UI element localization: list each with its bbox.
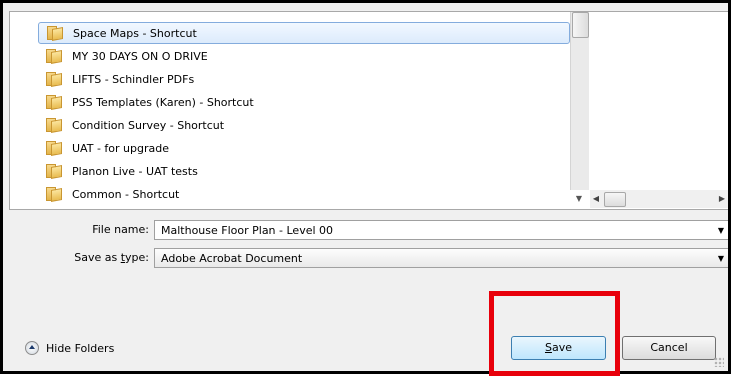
list-item[interactable]: LIFTS - Schindler PDFs [38, 68, 568, 90]
list-item[interactable]: Condition Survey - Shortcut [38, 114, 568, 136]
file-name-label: File name: [92, 223, 149, 236]
horizontal-scrollbar[interactable]: ◀ ▶ [590, 190, 728, 208]
chevron-down-icon[interactable]: ▼ [714, 254, 728, 263]
folder-icon [46, 118, 62, 133]
list-item-label: UAT - for upgrade [72, 141, 169, 155]
folder-icon [46, 141, 62, 156]
folder-icon [46, 49, 62, 64]
cancel-button[interactable]: Cancel [622, 336, 716, 360]
file-name-input[interactable]: Malthouse Floor Plan - Level 00 ▼ [154, 220, 728, 240]
list-item[interactable]: MY 30 DAYS ON O DRIVE [38, 45, 568, 67]
save-as-type-label-pre: Save as [74, 251, 121, 264]
list-item-label: Planon Live - UAT tests [72, 164, 198, 178]
save-as-type-value: Adobe Acrobat Document [161, 251, 303, 265]
file-name-value: Malthouse Floor Plan - Level 00 [161, 223, 334, 237]
save-as-type-label: Save as type: [9, 248, 149, 268]
vertical-scrollbar[interactable] [570, 12, 589, 190]
save-as-dialog: Space Maps - Shortcut MY 30 DAYS ON O DR… [0, 0, 731, 374]
file-list: Space Maps - Shortcut MY 30 DAYS ON O DR… [10, 12, 570, 209]
folder-icon [46, 187, 62, 202]
folder-icon [46, 95, 62, 110]
hide-folders-button[interactable]: Hide Folders [25, 341, 114, 355]
save-as-type-select[interactable]: Adobe Acrobat Document ▼ [154, 248, 728, 268]
list-item-label: MY 30 DAYS ON O DRIVE [72, 49, 208, 63]
resize-grip[interactable] [714, 357, 724, 367]
list-item[interactable]: Common - Shortcut [38, 183, 568, 205]
list-item-label: PSS Templates (Karen) - Shortcut [72, 95, 254, 109]
list-item[interactable]: Space Maps - Shortcut [38, 22, 570, 44]
folder-icon [46, 164, 62, 179]
vertical-scroll-thumb[interactable] [572, 12, 589, 38]
chevron-down-icon[interactable]: ▼ [714, 226, 728, 235]
save-button[interactable]: Save [511, 336, 606, 360]
scroll-right-icon[interactable]: ▶ [716, 190, 728, 208]
list-item-label: Common - Shortcut [72, 187, 180, 201]
list-item-label: LIFTS - Schindler PDFs [72, 72, 195, 86]
hide-folders-label: Hide Folders [46, 341, 115, 355]
list-item-label: Condition Survey - Shortcut [72, 118, 225, 132]
folder-icon [47, 26, 63, 41]
collapse-up-icon [25, 341, 39, 355]
save-button-label: ave [551, 341, 572, 354]
list-item-label: Space Maps - Shortcut [73, 26, 197, 40]
save-as-type-label-post: ype: [125, 251, 149, 264]
list-item[interactable]: Planon Live - UAT tests [38, 160, 568, 182]
save-button-accel: S [544, 341, 552, 354]
file-browser-pane: Space Maps - Shortcut MY 30 DAYS ON O DR… [9, 11, 728, 210]
list-item[interactable]: PSS Templates (Karen) - Shortcut [38, 91, 568, 113]
horizontal-scroll-thumb[interactable] [604, 192, 626, 207]
list-item[interactable]: UAT - for upgrade [38, 137, 568, 159]
scroll-left-icon[interactable]: ◀ [590, 190, 602, 208]
folder-icon [46, 72, 62, 87]
scroll-down-icon[interactable]: ▼ [574, 192, 584, 206]
